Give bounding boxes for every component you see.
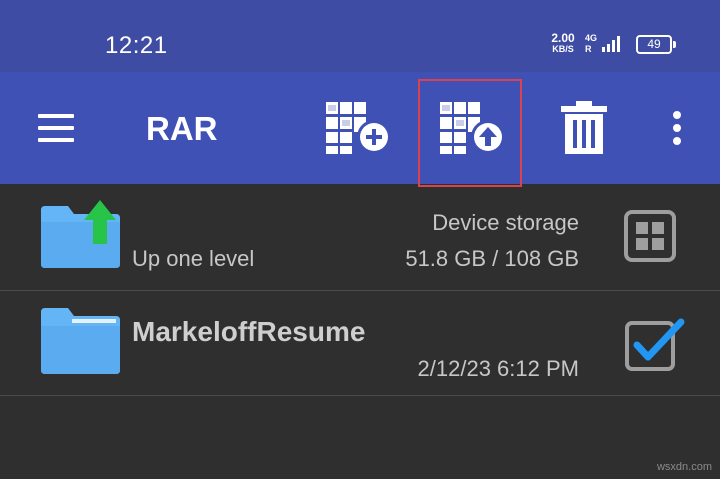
- grid-view-button[interactable]: [624, 210, 676, 262]
- folder-up-icon: [41, 200, 120, 268]
- signal-indicator: 4G R: [585, 33, 625, 55]
- signal-icon: [602, 36, 620, 52]
- network-speed: 2.00 KB/S: [545, 32, 581, 54]
- archive-add-icon: [326, 102, 391, 154]
- row-divider: [0, 395, 720, 396]
- up-one-level-label: Up one level: [132, 246, 255, 271]
- storage-name: Device storage: [432, 210, 579, 235]
- file-name: MarkeloffResume: [132, 316, 366, 347]
- storage-size: 51.8 GB / 108 GB: [405, 246, 579, 271]
- grid-view-icon: [624, 210, 676, 262]
- up-one-level-row[interactable]: Up one level Device storage 51.8 GB / 10…: [0, 186, 720, 290]
- app-bar: RAR: [0, 72, 720, 184]
- more-vert-icon: [673, 111, 681, 145]
- checkbox-checked-icon: [625, 318, 685, 371]
- watermark: wsxdn.com: [656, 461, 712, 473]
- item-checkbox[interactable]: [624, 318, 686, 372]
- battery-indicator: 49: [636, 35, 672, 54]
- extract-button-highlight: [418, 79, 522, 187]
- more-options-button[interactable]: [660, 99, 694, 157]
- folder-icon: [41, 308, 120, 374]
- trash-icon: [561, 101, 607, 154]
- file-date: 2/12/23 6:12 PM: [417, 356, 579, 381]
- list-item[interactable]: MarkeloffResume 2/12/23 6:12 PM: [0, 290, 720, 394]
- status-bar: 12:21 2.00 KB/S 4G R 49: [0, 0, 720, 72]
- delete-button[interactable]: [556, 99, 612, 157]
- network-type: 4G: [585, 33, 598, 43]
- app-title: RAR: [146, 110, 218, 147]
- network-speed-value: 2.00: [551, 31, 575, 45]
- add-to-archive-button[interactable]: [322, 99, 394, 157]
- network-speed-unit: KB/S: [552, 44, 574, 54]
- status-clock: 12:21: [105, 32, 168, 59]
- menu-button[interactable]: [28, 100, 84, 156]
- roaming-indicator: R: [585, 44, 592, 54]
- battery-tip: [673, 41, 676, 48]
